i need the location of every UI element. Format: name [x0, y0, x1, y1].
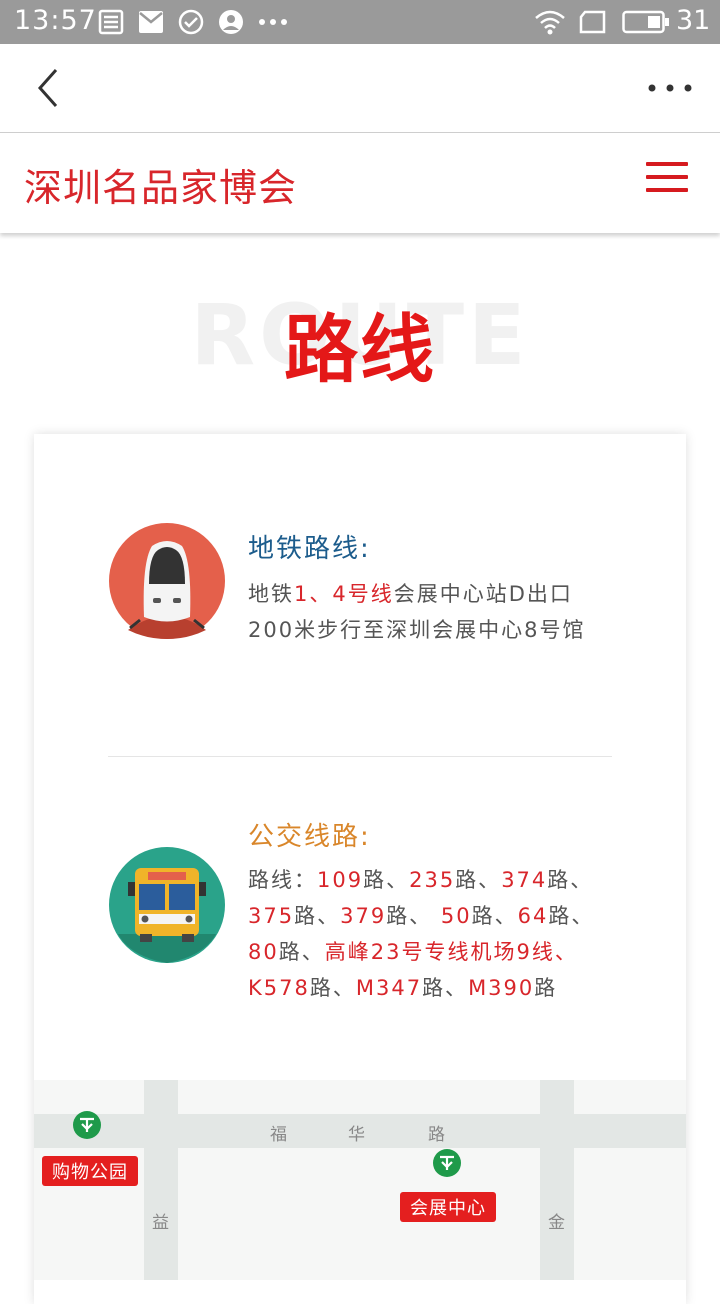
site-header: 深圳名品家博会: [0, 133, 720, 233]
sim-slot-icon: [579, 10, 606, 34]
bus-route-separator: 路、: [548, 904, 595, 928]
more-dots-icon: [259, 19, 287, 25]
bus-route-number: 379: [340, 904, 387, 928]
nav-bar: [0, 44, 720, 133]
road-label: 福: [270, 1125, 287, 1145]
bus-route-number: 50: [440, 904, 472, 928]
battery-level: 31: [676, 5, 711, 36]
mail-icon: [139, 11, 163, 33]
bus-route-separator: 路、: [422, 976, 469, 1000]
account-icon: [219, 10, 243, 34]
map-tag-convention-center[interactable]: 会展中心: [400, 1192, 496, 1222]
bus-route-separator: 路、: [278, 940, 325, 964]
section-title: 路线: [284, 307, 436, 393]
status-bar: 13:57 31: [0, 0, 720, 44]
bus-route-number: 235: [409, 868, 456, 892]
bus-route-separator: 路、: [309, 976, 356, 1000]
map-road: [144, 1080, 178, 1280]
bus-route-number: M347: [355, 976, 423, 1000]
road-label: 华: [348, 1125, 365, 1145]
route-map[interactable]: 福 华 路 益 金 购物公园 会展中心: [34, 1080, 686, 1280]
bus-route-number: 80: [248, 940, 279, 964]
status-time: 13:57: [14, 5, 97, 36]
bus-route-separator: 路、: [471, 904, 518, 928]
bus-route-number: 375: [248, 904, 295, 928]
bus-route-separator: 路、: [547, 868, 594, 892]
more-horizontal-icon[interactable]: [646, 78, 694, 98]
road-label: 金: [548, 1213, 565, 1233]
map-tag-shopping-park[interactable]: 购物公园: [42, 1156, 138, 1186]
bus-route-number: 64: [517, 904, 549, 928]
bus-route-number: 109: [317, 868, 364, 892]
metro-station-icon: [73, 1111, 101, 1139]
bus-route-separator: 路、: [455, 868, 502, 892]
battery-icon: [622, 10, 669, 34]
map-road: [540, 1080, 574, 1280]
chevron-left-icon[interactable]: [28, 66, 68, 110]
divider: [108, 756, 612, 757]
bus-route-separator: 路、: [363, 868, 410, 892]
sim-card-icon: [98, 9, 124, 35]
subway-description: 地铁1、4号线会展中心站D出口200米步行至深圳会展中心8号馆: [248, 582, 586, 642]
subway-train-icon: [109, 523, 225, 639]
site-title[interactable]: 深圳名品家博会: [24, 157, 297, 212]
bus-description: 路线：109路、235路、374路、375路、379路、 50路、64路、 80…: [248, 868, 595, 1000]
road-label: 路: [428, 1125, 445, 1145]
subway-heading: 地铁路线:: [248, 534, 371, 564]
wifi-icon: [535, 10, 565, 35]
metro-station-icon: [433, 1149, 461, 1177]
bus-heading: 公交线路:: [248, 822, 371, 852]
bus-icon: [109, 847, 225, 963]
check-circle-icon: [178, 9, 204, 35]
bus-route-separator: 路、: [386, 904, 441, 928]
bus-route-number: 374: [501, 868, 548, 892]
bus-route-separator: 路: [534, 976, 558, 1000]
bus-route-number: M390: [468, 976, 535, 1000]
subway-lines: 1、4号线: [294, 582, 394, 606]
road-label: 益: [152, 1213, 169, 1233]
bus-route-separator: 路、: [294, 904, 341, 928]
hamburger-menu-icon[interactable]: [646, 162, 688, 196]
